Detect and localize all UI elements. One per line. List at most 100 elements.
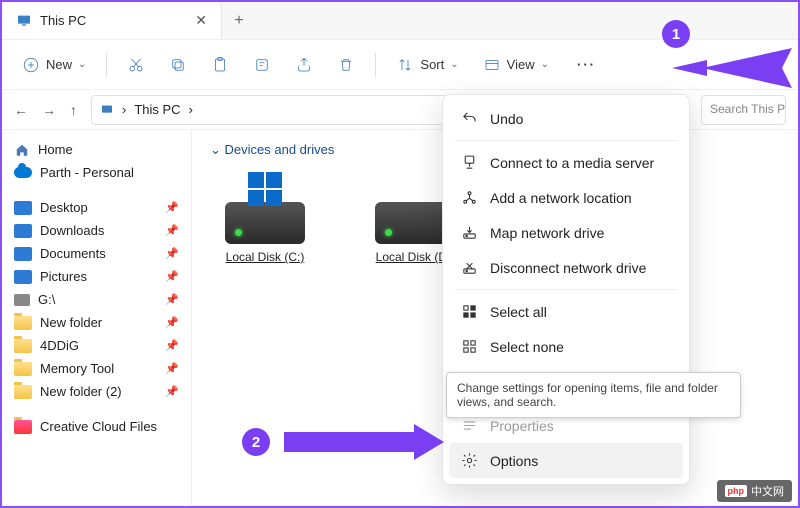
close-icon[interactable]: ✕ — [195, 12, 207, 29]
share-button[interactable] — [285, 50, 323, 80]
sort-button[interactable]: Sort ⌄ — [386, 50, 468, 80]
menu-media-server[interactable]: Connect to a media server — [449, 145, 683, 180]
chevron-down-icon: ⌄ — [78, 59, 86, 70]
menu-disconnect-drive[interactable]: Disconnect network drive — [449, 250, 683, 285]
more-button[interactable]: ··· — [563, 51, 610, 78]
pin-icon: 📌 — [165, 293, 179, 306]
view-button[interactable]: View ⌄ — [473, 50, 559, 80]
sidebar-item-home[interactable]: Home — [6, 138, 187, 161]
menu-label: Undo — [490, 111, 523, 127]
pin-icon: 📌 — [165, 247, 179, 260]
grid-empty-icon — [461, 338, 478, 355]
menu-map-drive[interactable]: Map network drive — [449, 215, 683, 250]
windows-icon — [248, 172, 282, 206]
sidebar-item-documents[interactable]: Documents📌 — [6, 242, 187, 265]
pictures-icon — [14, 270, 32, 284]
cc-icon — [14, 420, 32, 434]
sidebar-item-onedrive[interactable]: Parth - Personal — [6, 161, 187, 184]
menu-label: Disconnect network drive — [490, 260, 646, 276]
up-button[interactable]: ↑ — [70, 102, 77, 118]
sidebar-item-label: Pictures — [40, 269, 87, 284]
new-label: New — [46, 57, 72, 72]
folder-icon — [14, 385, 32, 399]
new-button[interactable]: New ⌄ — [12, 50, 96, 80]
menu-select-none[interactable]: Select none — [449, 329, 683, 364]
menu-separator — [455, 140, 677, 141]
rename-icon — [253, 56, 271, 74]
downloads-icon — [14, 224, 32, 238]
menu-undo[interactable]: Undo — [449, 101, 683, 136]
tab-title: This PC — [40, 13, 86, 28]
sidebar-item-4ddig[interactable]: 4DDiG 📌 — [6, 334, 187, 357]
tooltip: Change settings for opening items, file … — [446, 372, 741, 418]
sidebar-item-label: Creative Cloud Files — [40, 419, 157, 434]
sidebar-item-desktop[interactable]: Desktop📌 — [6, 196, 187, 219]
cut-button[interactable] — [117, 50, 155, 80]
folder-icon — [14, 339, 32, 353]
watermark-logo: php — [725, 485, 748, 497]
copy-button[interactable] — [159, 50, 197, 80]
address-sep: › — [122, 102, 126, 117]
sidebar-item-downloads[interactable]: Downloads 📌 — [6, 219, 187, 242]
forward-button[interactable]: → — [42, 102, 56, 118]
sidebar-item-label: Desktop — [40, 200, 88, 215]
annotation-arrow-2 — [284, 424, 444, 463]
sidebar-item-label: Downloads — [40, 223, 104, 238]
annotation-badge-2: 2 — [242, 428, 270, 456]
delete-button[interactable] — [327, 50, 365, 80]
pin-icon: 📌 — [165, 270, 179, 283]
separator — [375, 53, 376, 77]
sidebar-item-newfolder[interactable]: New folder📌 — [6, 311, 187, 334]
menu-select-all[interactable]: Select all — [449, 294, 683, 329]
context-menu: Undo Connect to a media server Add a net… — [442, 94, 690, 485]
pin-icon: 📌 — [165, 224, 179, 237]
pin-icon: 📌 — [165, 339, 179, 352]
menu-label: Select none — [490, 339, 564, 355]
menu-label: Properties — [490, 418, 554, 434]
drive-c[interactable]: Local Disk (C:) — [210, 172, 320, 264]
folder-icon — [14, 362, 32, 376]
gear-icon — [461, 452, 478, 469]
pin-icon: 📌 — [165, 362, 179, 375]
drive-icon — [225, 202, 305, 244]
sidebar-item-gdrive[interactable]: G:\📌 — [6, 288, 187, 311]
sidebar: Home Parth - Personal Desktop📌 Downloads… — [2, 130, 192, 506]
pin-icon: 📌 — [165, 316, 179, 329]
search-input[interactable]: Search This PC — [701, 95, 786, 125]
watermark-text: 中文网 — [751, 483, 784, 499]
media-icon — [461, 154, 478, 171]
view-icon — [483, 56, 501, 74]
sidebar-item-pictures[interactable]: Pictures 📌 — [6, 265, 187, 288]
separator — [106, 53, 107, 77]
annotation-badge-1: 1 — [662, 20, 690, 48]
paste-button[interactable] — [201, 50, 239, 80]
cloud-icon — [14, 167, 32, 178]
sidebar-item-ccf[interactable]: Creative Cloud Files — [6, 415, 187, 438]
sidebar-item-label: Home — [38, 142, 73, 157]
copy-icon — [169, 56, 187, 74]
menu-add-network-location[interactable]: Add a network location — [449, 180, 683, 215]
menu-label: Map network drive — [490, 225, 604, 241]
rename-button[interactable] — [243, 50, 281, 80]
view-label: View — [507, 57, 535, 72]
back-button[interactable]: ← — [14, 102, 28, 118]
menu-label: Add a network location — [490, 190, 632, 206]
sidebar-item-memory[interactable]: Memory Tool📌 — [6, 357, 187, 380]
drive-icon — [14, 294, 30, 306]
menu-options[interactable]: Options — [449, 443, 683, 478]
chevron-down-icon: ⌄ — [541, 59, 549, 70]
menu-label: Select all — [490, 304, 547, 320]
plus-circle-icon — [22, 56, 40, 74]
chevron-down-icon: ⌄ — [450, 59, 458, 70]
watermark: php 中文网 — [717, 480, 793, 502]
trash-icon — [337, 56, 355, 74]
add-tab-button[interactable]: + — [222, 12, 256, 30]
map-drive-icon — [461, 224, 478, 241]
sidebar-item-newfolder2[interactable]: New folder (2)📌 — [6, 380, 187, 403]
tab-this-pc[interactable]: This PC ✕ — [2, 2, 222, 39]
sidebar-item-label: New folder (2) — [40, 384, 122, 399]
menu-label: Options — [490, 453, 538, 469]
properties-icon — [461, 417, 478, 434]
sidebar-item-label: 4DDiG — [40, 338, 79, 353]
sort-label: Sort — [420, 57, 444, 72]
